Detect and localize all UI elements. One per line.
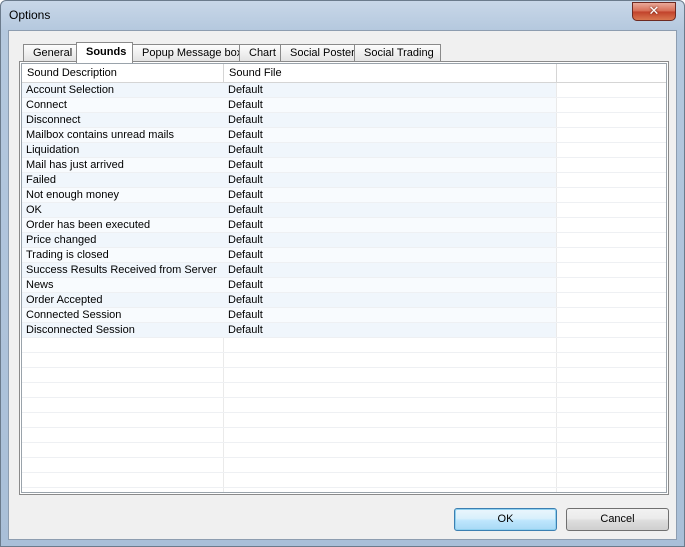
sound-description-cell: Not enough money: [22, 188, 224, 202]
table-row[interactable]: Connect Default: [22, 98, 666, 113]
tab-social-poster[interactable]: Social Poster: [280, 44, 356, 61]
sound-description-cell: News: [22, 278, 224, 292]
table-row[interactable]: Not enough money Default: [22, 188, 666, 203]
tab-general[interactable]: General: [23, 44, 78, 61]
sound-file-cell: Default: [224, 278, 556, 292]
empty-row: [22, 413, 666, 428]
sound-description-cell: Account Selection: [22, 83, 224, 97]
list-header: Sound Description Sound File: [22, 64, 666, 83]
table-row[interactable]: Trading is closed Default: [22, 248, 666, 263]
table-row[interactable]: OK Default: [22, 203, 666, 218]
sound-file-cell: Default: [224, 113, 556, 127]
table-row[interactable]: Mail has just arrived Default: [22, 158, 666, 173]
sound-file-cell: Default: [224, 308, 556, 322]
table-row[interactable]: Disconnected Session Default: [22, 323, 666, 338]
sound-file-cell: Default: [224, 293, 556, 307]
empty-row: [22, 443, 666, 458]
sound-file-cell: Default: [224, 173, 556, 187]
sound-file-cell: Default: [224, 143, 556, 157]
table-row[interactable]: Order Accepted Default: [22, 293, 666, 308]
sound-description-cell: Disconnect: [22, 113, 224, 127]
table-row[interactable]: Disconnect Default: [22, 113, 666, 128]
tab-popup-message-box[interactable]: Popup Message box: [132, 44, 242, 61]
table-row[interactable]: Account Selection Default: [22, 83, 666, 98]
sound-description-cell: Price changed: [22, 233, 224, 247]
tab-social-trading[interactable]: Social Trading: [354, 44, 441, 61]
column-header-filler: [557, 64, 666, 82]
ok-button[interactable]: OK: [454, 508, 557, 531]
sound-file-cell: Default: [224, 128, 556, 142]
empty-row: [22, 353, 666, 368]
sound-description-cell: Mail has just arrived: [22, 158, 224, 172]
table-row[interactable]: Mailbox contains unread mails Default: [22, 128, 666, 143]
column-header-sound-file[interactable]: Sound File: [224, 64, 557, 82]
empty-row: [22, 428, 666, 443]
tab-chart[interactable]: Chart: [239, 44, 282, 61]
table-row[interactable]: Liquidation Default: [22, 143, 666, 158]
title-bar[interactable]: Options ✕: [1, 1, 684, 29]
empty-row: [22, 368, 666, 383]
sound-file-cell: Default: [224, 158, 556, 172]
sound-file-cell: Default: [224, 323, 556, 337]
close-button[interactable]: ✕: [632, 2, 676, 21]
sound-file-cell: Default: [224, 263, 556, 277]
sound-description-cell: Connected Session: [22, 308, 224, 322]
sound-file-cell: Default: [224, 218, 556, 232]
sound-description-cell: Connect: [22, 98, 224, 112]
table-row[interactable]: News Default: [22, 278, 666, 293]
empty-row: [22, 338, 666, 353]
sound-description-cell: Liquidation: [22, 143, 224, 157]
empty-row: [22, 383, 666, 398]
close-icon: ✕: [648, 4, 660, 19]
dialog-body: General Sounds Popup Message box Chart S…: [8, 30, 677, 540]
column-header-sound-description[interactable]: Sound Description: [22, 64, 224, 82]
tab-sounds[interactable]: Sounds: [76, 42, 133, 63]
empty-row: [22, 488, 666, 492]
table-row[interactable]: Success Results Received from Server Defa…: [22, 263, 666, 278]
sound-description-cell: Failed: [22, 173, 224, 187]
sound-file-cell: Default: [224, 98, 556, 112]
window-title: Options: [9, 8, 51, 22]
options-dialog: Options ✕ General Sounds Popup Message b…: [0, 0, 685, 547]
sound-description-cell: Success Results Received from Server: [22, 263, 224, 277]
sound-file-cell: Default: [224, 233, 556, 247]
empty-row: [22, 398, 666, 413]
table-row[interactable]: Failed Default: [22, 173, 666, 188]
sound-description-cell: Order Accepted: [22, 293, 224, 307]
table-row[interactable]: Price changed Default: [22, 233, 666, 248]
sounds-tab-panel: Sound Description Sound File Account Sel…: [19, 61, 669, 495]
sound-description-cell: Mailbox contains unread mails: [22, 128, 224, 142]
sound-file-cell: Default: [224, 83, 556, 97]
list-rows: Account Selection Default Connect Default Di…: [22, 83, 666, 492]
sound-description-cell: Order has been executed: [22, 218, 224, 232]
sound-file-cell: Default: [224, 248, 556, 262]
sound-description-cell: Trading is closed: [22, 248, 224, 262]
sounds-list[interactable]: Sound Description Sound File Account Sel…: [21, 63, 667, 493]
sound-description-cell: OK: [22, 203, 224, 217]
sound-description-cell: Disconnected Session: [22, 323, 224, 337]
table-row[interactable]: Connected Session Default: [22, 308, 666, 323]
sound-file-cell: Default: [224, 203, 556, 217]
empty-row: [22, 458, 666, 473]
empty-row: [22, 473, 666, 488]
cancel-button[interactable]: Cancel: [566, 508, 669, 531]
table-row[interactable]: Order has been executed Default: [22, 218, 666, 233]
sound-file-cell: Default: [224, 188, 556, 202]
